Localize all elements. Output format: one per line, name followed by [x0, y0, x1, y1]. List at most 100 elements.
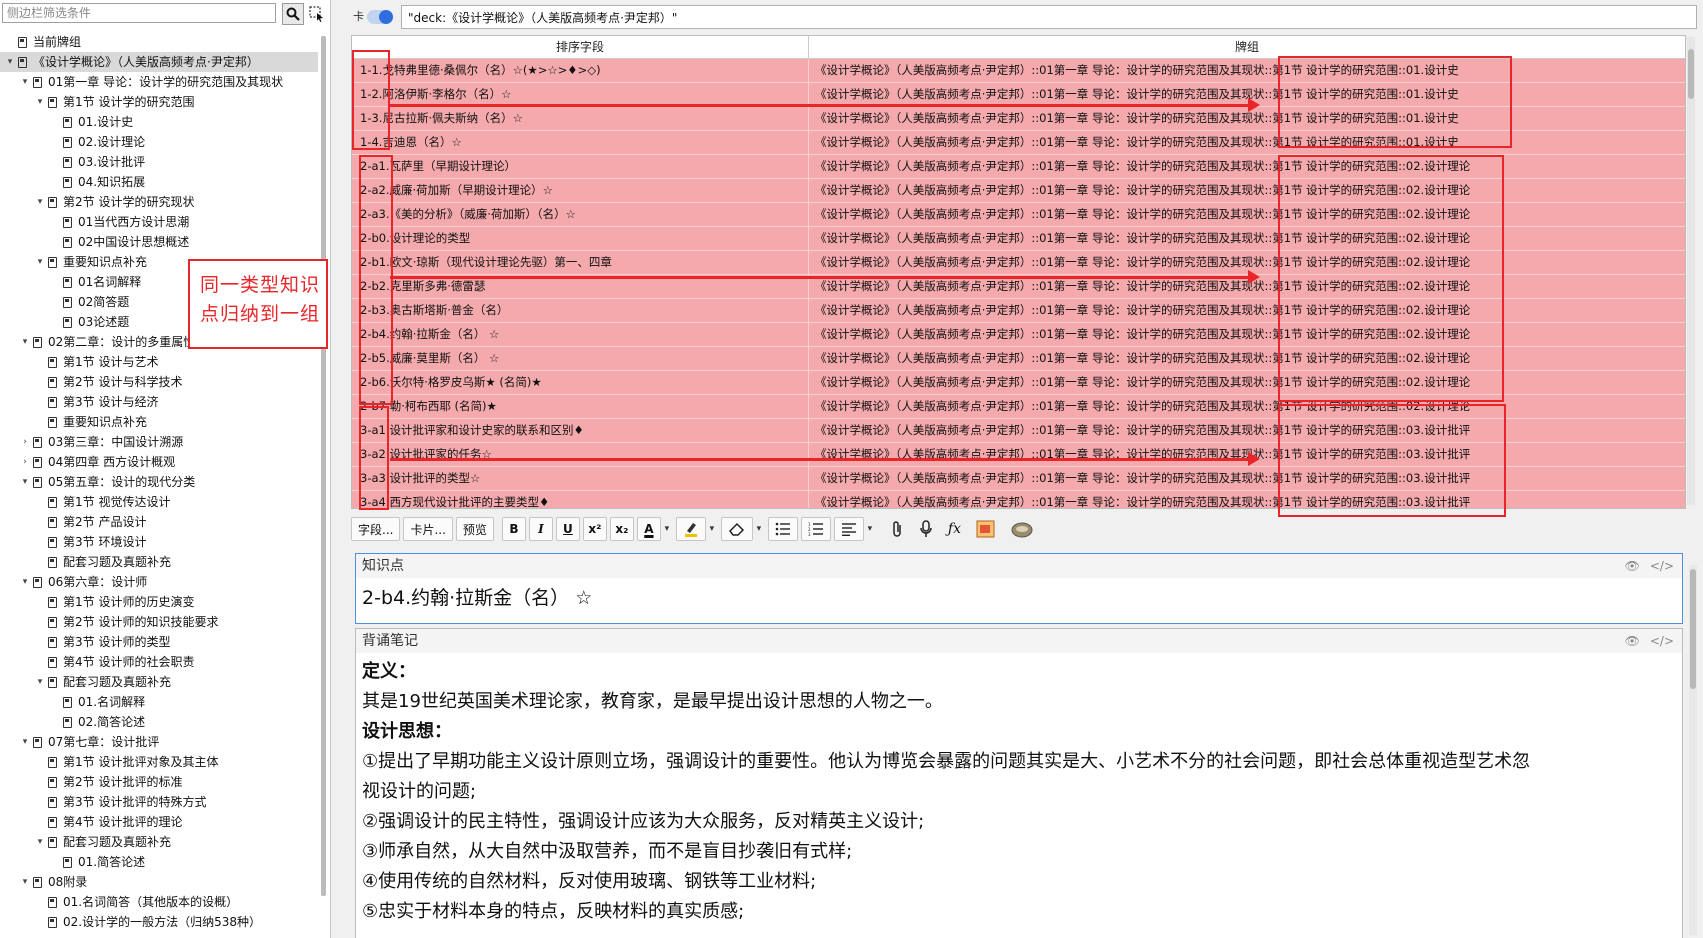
field-recitation-notes[interactable]: 背诵笔记 👁 </> 定义： 其是19世纪英国美术理论家，教育家，是最早提出设计思… — [355, 628, 1683, 938]
sidebar-deck-item[interactable]: 第4节 设计批评的理论 — [0, 812, 318, 832]
editor-scrollbar-thumb[interactable] — [1690, 569, 1696, 689]
sidebar-deck-item[interactable]: › 04第四章 西方设计概观 — [0, 452, 318, 472]
sidebar-deck-item[interactable]: 第2节 产品设计 — [0, 512, 318, 532]
cards-button[interactable]: 卡片... — [403, 517, 453, 541]
column-header-sort-field[interactable]: 排序字段 — [352, 36, 809, 58]
eye-icon[interactable]: 👁 — [1625, 554, 1640, 578]
clear-format-dropdown[interactable]: ▾ — [753, 517, 765, 541]
sidebar-deck-item[interactable]: 第3节 设计批评的特殊方式 — [0, 792, 318, 812]
paint-button[interactable] — [1005, 517, 1039, 541]
field-content[interactable]: 定义： 其是19世纪英国美术理论家，教育家，是最早提出设计思想的人物之一。 设计思想… — [356, 653, 1682, 931]
expand-icon[interactable]: › — [19, 432, 31, 452]
sidebar-deck-item[interactable]: ▾ 01第一章 导论：设计学的研究范围及其现状 — [0, 72, 318, 92]
table-scrollbar[interactable] — [1687, 37, 1695, 505]
collapse-icon[interactable]: ▾ — [4, 52, 16, 72]
sidebar-scrollbar[interactable] — [321, 36, 326, 896]
sidebar-deck-item[interactable]: 重要知识点补充 — [0, 412, 318, 432]
sidebar-filter-input[interactable] — [2, 3, 276, 23]
sidebar-deck-item[interactable]: ▾ 07第七章：设计批评 — [0, 732, 318, 752]
italic-button[interactable]: I — [528, 517, 553, 541]
browser-search-input[interactable] — [401, 5, 1697, 29]
align-button[interactable] — [833, 517, 864, 541]
collapse-icon[interactable]: ▾ — [34, 252, 46, 272]
sidebar-deck-item[interactable]: ▾ 配套习题及真题补充 — [0, 832, 318, 852]
select-mode-button[interactable] — [306, 3, 328, 25]
search-button[interactable] — [282, 3, 304, 25]
collapse-icon[interactable]: ▾ — [19, 572, 31, 592]
sidebar-deck-item[interactable]: 03.设计批评 — [0, 152, 318, 172]
record-button[interactable] — [913, 517, 939, 541]
field-content[interactable]: 2-b4.约翰·拉斯金（名） ☆ — [356, 578, 1682, 618]
sidebar-deck-item[interactable]: 第1节 设计批评对象及其主体 — [0, 752, 318, 772]
align-icon — [841, 523, 856, 536]
sidebar-deck-item[interactable]: ▾ 第2节 设计学的研究现状 — [0, 192, 318, 212]
collapse-icon[interactable]: ▾ — [34, 92, 46, 112]
sidebar-deck-item[interactable]: 第3节 设计与经济 — [0, 392, 318, 412]
sidebar-deck-item[interactable]: 01.简答论述 — [0, 852, 318, 872]
sidebar-deck-item[interactable]: 第2节 设计与科学技术 — [0, 372, 318, 392]
sidebar-deck-item[interactable]: ▾ 05第五章：设计的现代分类 — [0, 472, 318, 492]
sidebar-deck-item[interactable]: 第2节 设计师的知识技能要求 — [0, 612, 318, 632]
sidebar-deck-item[interactable]: ▾ 08附录 — [0, 872, 318, 892]
sidebar-deck-item[interactable]: ▾ 第1节 设计学的研究范围 — [0, 92, 318, 112]
expand-icon[interactable]: › — [19, 452, 31, 472]
bold-button[interactable]: B — [501, 517, 526, 541]
sidebar-deck-item[interactable]: ▾ 配套习题及真题补充 — [0, 672, 318, 692]
image-occlusion-button[interactable] — [970, 517, 1002, 541]
sidebar-deck-item[interactable]: 第4节 设计师的社会职责 — [0, 652, 318, 672]
highlight-button[interactable] — [675, 517, 706, 541]
sidebar-deck-item[interactable]: 第1节 设计师的历史演变 — [0, 592, 318, 612]
sidebar-deck-item[interactable]: 第1节 设计与艺术 — [0, 352, 318, 372]
underline-button[interactable]: U — [555, 517, 580, 541]
html-editor-icon[interactable]: </> — [1650, 554, 1674, 578]
sidebar-deck-item[interactable]: ▾ 06第六章：设计师 — [0, 572, 318, 592]
cell-deck: 《设计学概论》（人美版高频考点·尹定邦）::01第一章 导论：设计学的研究范围及… — [815, 375, 1471, 389]
eye-icon[interactable]: 👁 — [1625, 629, 1640, 653]
sidebar-deck-item[interactable]: 01.设计史 — [0, 112, 318, 132]
sidebar-deck-item[interactable]: 第3节 设计师的类型 — [0, 632, 318, 652]
sidebar-deck-label: 04第四章 西方设计概观 — [48, 455, 176, 469]
superscript-button[interactable]: x² — [582, 517, 607, 541]
fields-button[interactable]: 字段... — [351, 517, 401, 541]
field-knowledge-point[interactable]: 知识点 👁 </> 2-b4.约翰·拉斯金（名） ☆ — [355, 553, 1683, 624]
collapse-icon[interactable]: ▾ — [19, 72, 31, 92]
cards-notes-toggle[interactable]: 卡 — [353, 8, 393, 26]
editor-scrollbar[interactable] — [1689, 565, 1697, 935]
table-scrollbar-thumb[interactable] — [1688, 49, 1694, 99]
sidebar-deck-item[interactable]: 01.名词解释 — [0, 692, 318, 712]
subscript-button[interactable]: x₂ — [609, 517, 634, 541]
sidebar-deck-item[interactable]: 04.知识拓展 — [0, 172, 318, 192]
sidebar-deck-item[interactable]: 02中国设计思想概述 — [0, 232, 318, 252]
collapse-icon[interactable]: ▾ — [34, 192, 46, 212]
sidebar-deck-item[interactable]: 02.设计学的一般方法（归纳538种） — [0, 912, 318, 932]
sidebar-deck-item[interactable]: ▾ 《设计学概论》（人美版高频考点·尹定邦） — [0, 52, 318, 72]
sidebar-deck-item[interactable]: 第3节 环境设计 — [0, 532, 318, 552]
collapse-icon[interactable]: ▾ — [19, 472, 31, 492]
formula-button[interactable]: ƒx — [942, 517, 967, 541]
sidebar-deck-item[interactable]: › 03第三章：中国设计溯源 — [0, 432, 318, 452]
collapse-icon[interactable]: ▾ — [19, 332, 31, 352]
collapse-icon[interactable]: ▾ — [34, 832, 46, 852]
attach-button[interactable] — [884, 517, 910, 541]
sidebar-deck-item[interactable]: 01当代西方设计思潮 — [0, 212, 318, 232]
sidebar-deck-item[interactable]: 02.简答论述 — [0, 712, 318, 732]
html-editor-icon[interactable]: </> — [1650, 629, 1674, 653]
numbered-list-button[interactable]: 123 — [800, 517, 831, 541]
align-dropdown[interactable]: ▾ — [864, 517, 876, 541]
text-color-button[interactable]: A — [636, 517, 661, 541]
sidebar-deck-item[interactable]: 第1节 视觉传达设计 — [0, 492, 318, 512]
collapse-icon[interactable]: ▾ — [19, 732, 31, 752]
preview-button[interactable]: 预览 — [455, 517, 494, 541]
collapse-icon[interactable]: ▾ — [34, 672, 46, 692]
sidebar-deck-item[interactable]: 当前牌组 — [0, 32, 318, 52]
highlight-dropdown[interactable]: ▾ — [706, 517, 718, 541]
clear-format-button[interactable] — [720, 517, 753, 541]
sidebar-deck-item[interactable]: 01.名词简答（其他版本的设概） — [0, 892, 318, 912]
sidebar-deck-item[interactable]: 第2节 设计批评的标准 — [0, 772, 318, 792]
sidebar-deck-item[interactable]: 02.设计理论 — [0, 132, 318, 152]
bullet-list-button[interactable] — [767, 517, 798, 541]
column-header-deck[interactable]: 牌组 — [809, 36, 1685, 58]
sidebar-deck-item[interactable]: 配套习题及真题补充 — [0, 552, 318, 572]
collapse-icon[interactable]: ▾ — [19, 872, 31, 892]
text-color-dropdown[interactable]: ▾ — [661, 517, 673, 541]
